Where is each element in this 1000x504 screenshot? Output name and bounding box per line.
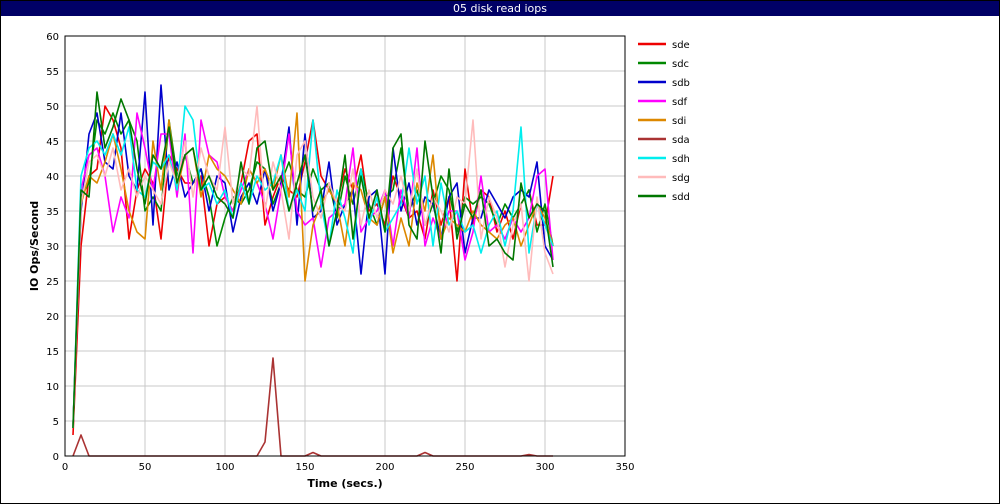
x-tick-label: 200 [375, 462, 394, 473]
y-tick-label: 50 [46, 102, 59, 113]
x-tick-label: 100 [215, 462, 234, 473]
y-tick-label: 60 [46, 32, 59, 43]
x-tick-label: 50 [139, 462, 152, 473]
legend-label-sdc: sdc [672, 59, 689, 70]
y-tick-label: 0 [53, 452, 59, 463]
y-tick-label: 10 [46, 382, 59, 393]
y-tick-label: 35 [46, 207, 59, 218]
x-tick-label: 350 [615, 462, 634, 473]
x-tick-label: 0 [62, 462, 68, 473]
legend-label-sda: sda [672, 135, 690, 146]
x-axis-label: Time (secs.) [307, 477, 382, 490]
legend-label-sdh: sdh [672, 154, 690, 165]
y-tick-label: 30 [46, 242, 59, 253]
legend-label-sdi: sdi [672, 116, 686, 127]
y-tick-label: 20 [46, 312, 59, 323]
y-tick-label: 15 [46, 347, 59, 358]
legend-label-sdf: sdf [672, 97, 688, 108]
legend-label-sdd: sdd [672, 192, 690, 203]
y-axis-label: IO Ops/Second [28, 201, 41, 291]
x-tick-label: 250 [455, 462, 474, 473]
legend-label-sde: sde [672, 40, 690, 51]
y-tick-label: 25 [46, 277, 59, 288]
y-tick-label: 45 [46, 137, 59, 148]
legend: sde sdc sdb sdf sdi sda sdh sdg sdd [638, 40, 690, 203]
axis-ticks: 0 50 100 150 200 250 300 350 0 5 10 15 20 25 30 35 40 45 5… [46, 32, 634, 473]
legend-label-sdb: sdb [672, 78, 690, 89]
line-chart: 0 50 100 150 200 250 300 350 0 5 10 15 20 25 30 35 40 45 5… [28, 32, 690, 490]
x-tick-label: 300 [535, 462, 554, 473]
y-tick-label: 55 [46, 67, 59, 78]
y-tick-label: 5 [53, 417, 59, 428]
y-tick-label: 40 [46, 172, 59, 183]
x-tick-label: 150 [295, 462, 314, 473]
legend-label-sdg: sdg [672, 173, 690, 184]
